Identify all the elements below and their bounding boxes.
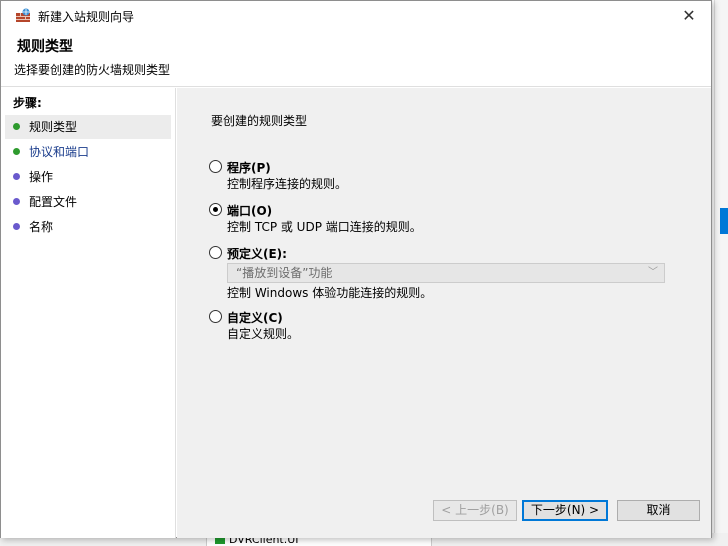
option-label[interactable]: 预定义(E): — [227, 245, 287, 262]
step-label: 配置文件 — [29, 195, 78, 209]
step-label: 协议和端口 — [29, 145, 90, 159]
page-title: 规则类型 — [17, 39, 73, 55]
step-done-icon — [13, 123, 20, 130]
option-label[interactable]: 程序(P) — [227, 159, 271, 176]
step-name[interactable]: 名称 — [5, 215, 171, 239]
option-description: 控制 Windows 体验功能连接的规则。 — [227, 286, 433, 300]
program-radio[interactable] — [209, 160, 222, 173]
step-action[interactable]: 操作 — [5, 165, 171, 189]
wizard-header: 规则类型 选择要创建的防火墙规则类型 — [1, 31, 711, 87]
predefined-rule-select[interactable]: “播放到设备”功能 ﹀ — [227, 263, 665, 283]
predefined-select-value: “播放到设备”功能 — [236, 266, 333, 280]
steps-label: 步骤: — [13, 96, 42, 110]
port-radio[interactable] — [209, 203, 222, 216]
step-profile[interactable]: 配置文件 — [5, 190, 171, 214]
step-pending-icon — [13, 223, 20, 230]
background-right-strip — [714, 0, 728, 546]
chevron-down-icon: ﹀ — [648, 267, 658, 278]
back-button[interactable]: < 上一步(B) — [433, 500, 517, 521]
step-label: 操作 — [29, 170, 54, 184]
firewall-icon — [15, 8, 31, 22]
cancel-button[interactable]: 取消 — [617, 500, 700, 521]
step-label: 名称 — [29, 220, 54, 234]
close-button[interactable]: ✕ — [667, 1, 711, 31]
steps-sidebar: 步骤: 规则类型 协议和端口 操作 配置文件 名称 — [1, 88, 176, 538]
step-pending-icon — [13, 198, 20, 205]
option-description: 控制 TCP 或 UDP 端口连接的规则。 — [227, 220, 422, 234]
next-button[interactable]: 下一步(N) > — [522, 500, 608, 521]
option-label[interactable]: 自定义(C) — [227, 309, 283, 326]
rule-type-question: 要创建的规则类型 — [211, 114, 308, 128]
step-rule-type[interactable]: 规则类型 — [5, 115, 171, 139]
step-pending-icon — [13, 173, 20, 180]
window-title: 新建入站规则向导 — [38, 10, 135, 24]
option-label[interactable]: 端口(O) — [227, 202, 272, 219]
background-selection — [720, 208, 728, 234]
step-label: 规则类型 — [29, 120, 78, 134]
step-protocol-and-ports[interactable]: 协议和端口 — [5, 140, 171, 164]
option-description: 自定义规则。 — [227, 327, 300, 341]
wizard-content: 要创建的规则类型 程序(P) 控制程序连接的规则。 端口(O) 控制 TCP 或… — [177, 88, 711, 538]
title-bar[interactable]: 新建入站规则向导 ✕ — [1, 1, 711, 31]
page-subtitle: 选择要创建的防火墙规则类型 — [14, 63, 171, 77]
step-done-icon — [13, 148, 20, 155]
new-inbound-rule-wizard: 新建入站规则向导 ✕ 规则类型 选择要创建的防火墙规则类型 步骤: 规则类型 协… — [0, 0, 712, 538]
custom-radio[interactable] — [209, 310, 222, 323]
option-description: 控制程序连接的规则。 — [227, 177, 348, 191]
predefined-radio[interactable] — [209, 246, 222, 259]
